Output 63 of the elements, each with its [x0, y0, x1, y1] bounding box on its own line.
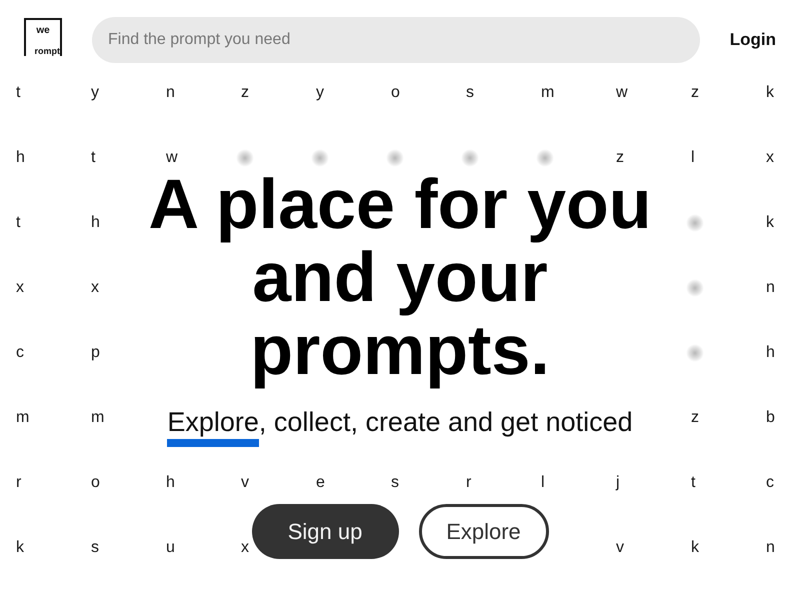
grid-letter: x	[241, 538, 249, 558]
grid-letter: h	[91, 213, 100, 233]
grid-letter: t	[16, 83, 20, 103]
grid-letter: j	[616, 473, 620, 493]
grid-letter: k	[766, 83, 774, 103]
grid-letter: h	[166, 473, 175, 493]
grid-letter: m	[16, 408, 30, 428]
grid-letter: k	[691, 538, 699, 558]
grid-letter: m	[91, 408, 104, 428]
login-link[interactable]: Login	[730, 30, 776, 50]
blur-spot-icon	[536, 149, 554, 167]
grid-letter: p	[91, 343, 100, 363]
explore-button[interactable]: Explore	[418, 504, 548, 559]
grid-letter: l	[691, 148, 695, 168]
blur-spot-icon	[686, 279, 704, 297]
grid-letter: k	[16, 538, 24, 558]
hero-heading: A place for you and your prompts.	[147, 168, 653, 387]
grid-letter: b	[766, 408, 775, 428]
grid-letter: v	[616, 538, 624, 558]
sign-up-button[interactable]: Sign up	[252, 504, 398, 559]
grid-letter: y	[316, 83, 324, 103]
grid-letter: x	[16, 278, 24, 298]
grid-letter: n	[766, 278, 775, 298]
grid-letter: o	[91, 473, 100, 493]
grid-letter: c	[16, 343, 24, 363]
grid-letter: x	[766, 148, 774, 168]
grid-letter: r	[466, 473, 472, 493]
grid-letter: l	[541, 473, 545, 493]
grid-letter: z	[691, 408, 699, 428]
blur-spot-icon	[686, 214, 704, 232]
blur-spot-icon	[386, 149, 404, 167]
grid-letter: w	[166, 148, 178, 168]
search-field[interactable]: Find the prompt you need	[92, 17, 700, 63]
grid-letter: e	[316, 473, 325, 493]
grid-letter: t	[91, 148, 96, 168]
hero-subtitle: Explore, collect, create and get noticed	[167, 404, 633, 448]
grid-letter: z	[616, 148, 624, 168]
grid-letter: r	[16, 473, 22, 493]
grid-letter: s	[391, 473, 399, 493]
grid-letter: u	[166, 538, 175, 558]
grid-letter: w	[616, 83, 628, 103]
grid-letter: s	[91, 538, 99, 558]
grid-letter: h	[16, 148, 25, 168]
grid-letter: h	[766, 343, 775, 363]
grid-letter: z	[241, 83, 249, 103]
blur-spot-icon	[311, 149, 329, 167]
grid-letter: t	[691, 473, 696, 493]
grid-letter: o	[391, 83, 400, 103]
grid-letter: x	[91, 278, 99, 298]
grid-letter: m	[541, 83, 554, 103]
blur-spot-icon	[686, 344, 704, 362]
grid-letter: n	[166, 83, 175, 103]
grid-letter: v	[241, 473, 249, 493]
grid-letter: t	[16, 213, 20, 233]
grid-letter: n	[766, 538, 775, 558]
grid-letter: z	[691, 83, 699, 103]
blur-spot-icon	[461, 149, 479, 167]
grid-letter: k	[766, 213, 774, 233]
grid-letter: y	[91, 83, 99, 103]
blur-spot-icon	[236, 149, 254, 167]
grid-letter: c	[766, 473, 774, 493]
logo[interactable]: we rompt	[24, 18, 62, 56]
grid-letter: s	[466, 83, 474, 103]
